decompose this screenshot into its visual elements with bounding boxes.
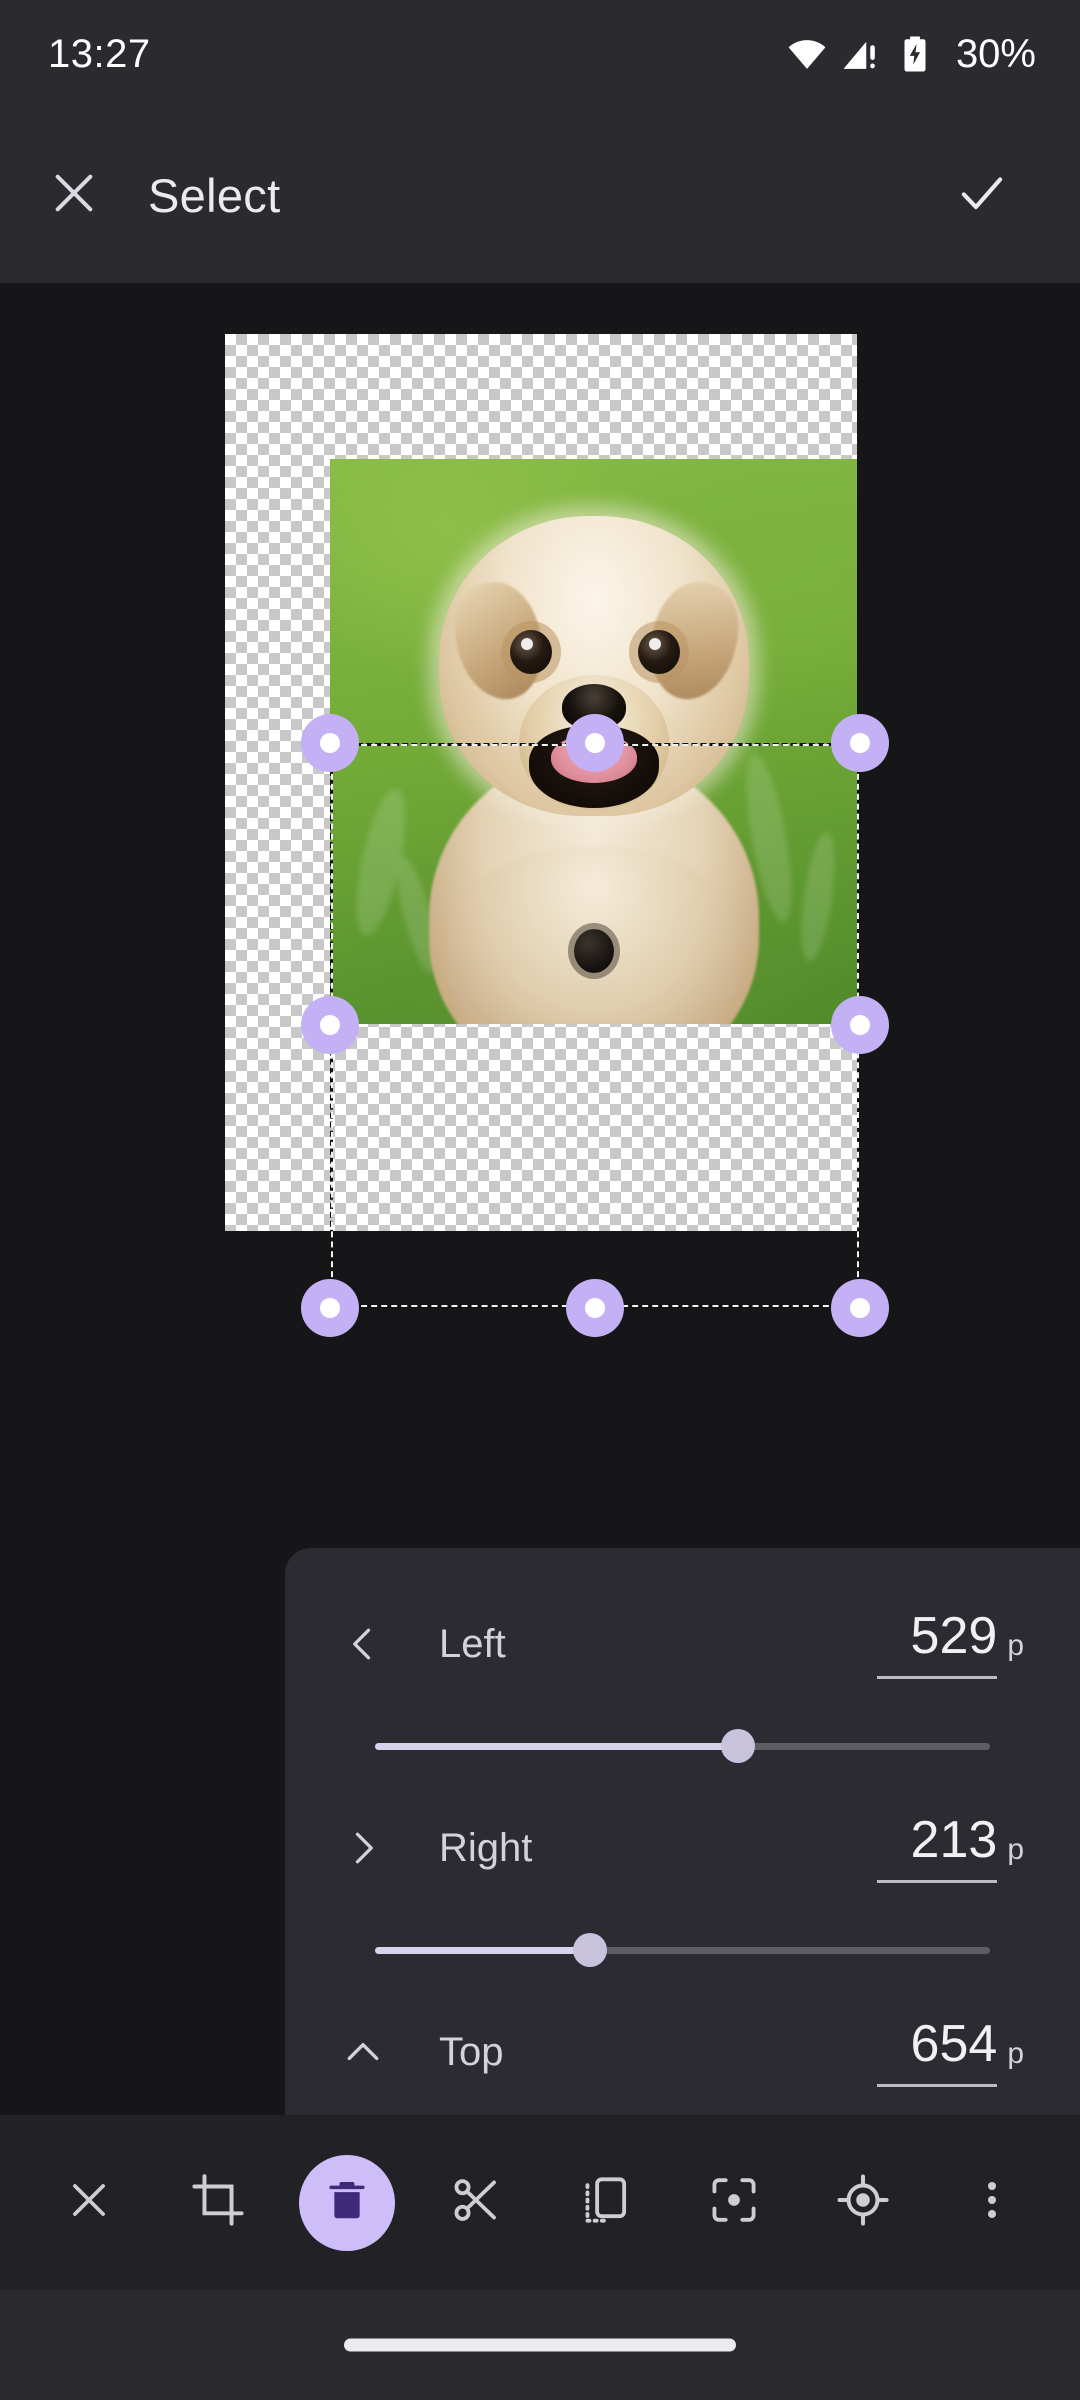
adjust-slider-left[interactable]: [341, 1698, 1024, 1794]
close-icon: [46, 165, 102, 226]
adjust-panel: Left 529 p Right 213 p Top 654 p: [285, 1548, 1080, 2115]
adjust-label-top: Top: [439, 2029, 504, 2074]
select-subject-tool-button[interactable]: [686, 2155, 782, 2251]
selection-handle-middle-left[interactable]: [301, 996, 359, 1054]
selection-handle-bottom-center[interactable]: [566, 1279, 624, 1337]
image-canvas[interactable]: [225, 334, 857, 1231]
adjust-label-left: Left: [439, 1621, 506, 1666]
dog-collar-tag: [573, 929, 614, 974]
adjust-unit-left: p: [1007, 1628, 1024, 1662]
adjust-label-right: Right: [439, 1825, 533, 1870]
trash-icon: [324, 2177, 370, 2228]
adjust-value-right[interactable]: 213: [877, 1814, 998, 1883]
crop-icon: [190, 2172, 246, 2233]
dog-eye-left: [509, 629, 552, 674]
adjust-row-right: Right 213 p: [341, 1794, 1024, 1902]
adjust-row-left: Left 529 p: [341, 1590, 1024, 1698]
status-bar-clock: 13:27: [48, 31, 151, 76]
status-bar: 13:27 30%: [0, 0, 1080, 108]
bottom-toolbar: [0, 2115, 1080, 2290]
wifi-icon: [786, 33, 828, 75]
adjust-slider-right[interactable]: [341, 1902, 1024, 1998]
handle-center-dot: [320, 1015, 340, 1035]
delete-tool-button[interactable]: [298, 2154, 395, 2251]
status-bar-indicators: 30%: [786, 32, 1036, 77]
cancel-tool-button[interactable]: [41, 2155, 137, 2251]
duplicate-tool-button[interactable]: [557, 2155, 653, 2251]
adjust-unit-top: p: [1007, 2036, 1024, 2070]
focus-frame-icon: [707, 2173, 761, 2232]
slider-fill: [375, 1946, 591, 1954]
battery-percent-label: 30%: [955, 31, 1036, 76]
selection-handle-top-right[interactable]: [831, 714, 889, 772]
selection-handle-top-left[interactable]: [301, 714, 359, 772]
handle-center-dot: [585, 1298, 605, 1318]
crosshair-icon: [835, 2172, 891, 2233]
handle-center-dot: [850, 1015, 870, 1035]
home-indicator-bar[interactable]: [344, 2338, 736, 2352]
cut-tool-button[interactable]: [428, 2155, 524, 2251]
selection-handle-bottom-left[interactable]: [301, 1279, 359, 1337]
chevron-left-icon[interactable]: [341, 1622, 411, 1666]
adjust-row-top: Top 654 p: [341, 1998, 1024, 2106]
handle-center-dot: [850, 1298, 870, 1318]
handle-center-dot: [320, 1298, 340, 1318]
crop-tool-button[interactable]: [170, 2155, 266, 2251]
handle-center-dot: [320, 733, 340, 753]
scissors-icon: [449, 2173, 503, 2232]
editor-stage[interactable]: Left 529 p Right 213 p Top 654 p: [0, 283, 1080, 2115]
close-icon: [63, 2174, 115, 2231]
more-options-button[interactable]: [944, 2155, 1040, 2251]
screen-root: 13:27 30% Select Left 529 p Right 213 p …: [0, 0, 1080, 2400]
system-nav-bar: [0, 2290, 1080, 2400]
handle-center-dot: [585, 733, 605, 753]
confirm-button[interactable]: [942, 156, 1022, 236]
handle-center-dot: [850, 733, 870, 753]
slider-thumb[interactable]: [720, 1729, 755, 1763]
page-title: Select: [148, 169, 281, 222]
adjust-slider-top[interactable]: [341, 2106, 1024, 2115]
cellular-signal-warning-icon: [840, 33, 882, 75]
slider-track[interactable]: [375, 1933, 990, 1967]
chevron-right-icon[interactable]: [341, 1826, 411, 1870]
close-button[interactable]: [0, 165, 148, 226]
dog-eye-right: [638, 629, 681, 674]
selection-handle-bottom-right[interactable]: [831, 1279, 889, 1337]
copy-layer-icon: [578, 2173, 632, 2232]
battery-charging-icon: [894, 33, 936, 75]
adjust-unit-right: p: [1007, 1832, 1024, 1866]
adjust-value-top[interactable]: 654: [877, 2018, 998, 2087]
adjust-value-left[interactable]: 529: [877, 1610, 998, 1679]
check-icon: [953, 164, 1011, 227]
slider-track[interactable]: [375, 1729, 990, 1763]
slider-fill: [375, 1742, 738, 1750]
chevron-up-icon[interactable]: [341, 2030, 411, 2074]
target-tool-button[interactable]: [815, 2155, 911, 2251]
app-bar: Select: [0, 108, 1080, 283]
slider-thumb[interactable]: [573, 1933, 608, 1967]
selection-handle-middle-right[interactable]: [831, 996, 889, 1054]
overflow-menu-icon: [968, 2176, 1016, 2229]
selection-handle-top-center[interactable]: [566, 714, 624, 772]
